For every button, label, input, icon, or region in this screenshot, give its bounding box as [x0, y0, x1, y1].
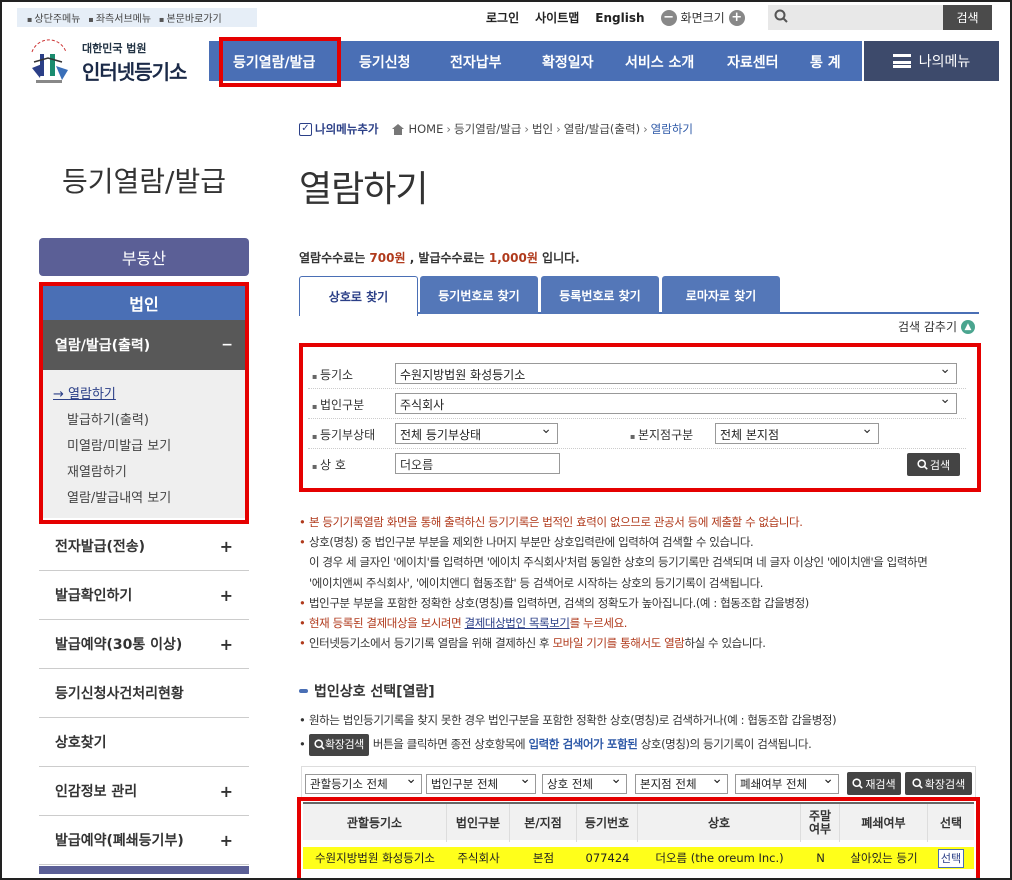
note-payment-list: 현재 등록된 결제대상을 보시려면 결제대상법인 목록보기를 누르세요. — [299, 613, 989, 633]
site-search-input[interactable] — [794, 7, 944, 28]
sidebar-item-case-status[interactable]: 등기신청사건처리현황 — [39, 669, 249, 718]
highlight-box-gnb — [219, 37, 341, 87]
zoom-out-icon[interactable]: − — [660, 9, 677, 26]
plus-icon: + — [219, 830, 233, 850]
highlight-box-table — [297, 797, 980, 880]
note-partial-name: 상호(명칭) 중 법인구분 부분을 제외한 나머지 부분만 상호입력란에 입력하… — [299, 532, 989, 552]
gnb-item-service-intro[interactable]: 서비스 소개 — [625, 52, 694, 72]
sidebar-item-issue-reserve[interactable]: 발급예약(30통 이상) + — [39, 620, 249, 669]
highlight-box-form — [299, 343, 981, 492]
result-filter-bar: 관할등기소 전체 법인구분 전체 상호 전체 본지점 전체 폐쇄여부 전체 재검… — [301, 766, 976, 800]
tab-by-roman[interactable]: 로마자로 찾기 — [662, 276, 780, 314]
add-my-menu-label: 나의메뉴추가 — [315, 122, 379, 136]
breadcrumb-corp[interactable]: 법인 — [532, 121, 553, 137]
note-accuracy: 법인구분 부분을 포함한 정확한 상호(명칭)를 입력하면, 검색의 정확도가 … — [299, 593, 989, 613]
filter-corp-type[interactable]: 법인구분 전체 — [426, 774, 536, 794]
search-icon — [314, 739, 325, 750]
skip-link-content[interactable]: 본문바로가기 — [159, 10, 221, 25]
my-menu-button[interactable]: 나의메뉴 — [864, 41, 999, 81]
filter-name[interactable]: 상호 전체 — [542, 774, 627, 794]
breadcrumb-registry-view[interactable]: 등기열람/발급 — [454, 121, 521, 137]
extended-search-button[interactable]: 확장검색 — [905, 772, 972, 795]
skip-link-main-menu[interactable]: 상단주메뉴 — [27, 10, 80, 25]
section-notes: 원하는 법인등기기록을 찾지 못한 경우 법인구분을 포함한 정확한 상호(명칭… — [299, 711, 989, 758]
note-partial-name-cont2: '에이치앤씨 주식회사', '에이치앤디 협동조합' 등 검색어로 시작하는 상… — [309, 575, 764, 590]
site-search-button[interactable]: 검색 — [943, 5, 992, 30]
tab-by-name[interactable]: 상호로 찾기 — [299, 276, 418, 316]
hide-search-toggle[interactable]: 검색 감추기 ▲ — [898, 318, 976, 335]
check-icon: ✓ — [299, 122, 312, 136]
gnb-item-registry-apply[interactable]: 등기신청 — [359, 52, 411, 72]
zoom-label: 화면크기 — [680, 11, 725, 25]
section-note-1: 원하는 법인등기기록을 찾지 못한 경우 법인구분을 포함한 정확한 상호(명칭… — [299, 711, 989, 730]
page-title: 열람하기 — [299, 169, 428, 210]
tab-by-reg-number[interactable]: 등기번호로 찾기 — [420, 276, 538, 314]
my-menu-label: 나의메뉴 — [918, 54, 971, 70]
gnb-item-e-payment[interactable]: 전자납부 — [450, 52, 502, 72]
breadcrumb-home[interactable]: HOME — [408, 122, 443, 136]
sidebar-item-name-search[interactable]: 상호찾기 — [39, 718, 249, 767]
search-icon — [774, 9, 788, 27]
tab-by-corp-number[interactable]: 등록번호로 찾기 — [541, 276, 659, 314]
section-title: 법인상호 선택[열람] — [299, 681, 435, 701]
site-search: 검색 — [768, 5, 992, 30]
research-button[interactable]: 재검색 — [847, 772, 901, 795]
skip-link-sub-menu[interactable]: 좌측서브메뉴 — [88, 10, 151, 25]
sidebar-title: 등기열람/발급 — [62, 165, 226, 198]
hamburger-icon — [892, 54, 911, 68]
usage-notes: 본 등기기록열람 화면을 통해 출력하신 등기기록은 법적인 효력이 없으므로 … — [299, 512, 989, 654]
gnb-item-statistics[interactable]: 통 계 — [810, 52, 841, 72]
filter-closed[interactable]: 폐쇄여부 전체 — [735, 774, 839, 794]
section-bullet — [299, 689, 308, 693]
login-link[interactable]: 로그인 — [486, 9, 519, 26]
home-icon — [392, 123, 405, 135]
search-tabs: 상호로 찾기 등기번호로 찾기 등록번호로 찾기 로마자로 찾기 — [299, 276, 979, 316]
note-partial-name-cont1: 이 경우 세 글자인 '에이치'를 입력하면 '에이치 주식회사'처럼 동일한 … — [309, 555, 928, 570]
sidebar-item-issue-confirm[interactable]: 발급확인하기 + — [39, 571, 249, 620]
gnb-item-data-center[interactable]: 자료센터 — [727, 52, 779, 72]
logo-title: 인터넷등기소 — [82, 60, 187, 84]
plus-icon: + — [219, 634, 233, 654]
note-mobile: 인터넷등기소에서 등기기록 열람을 위해 결제하신 후 모바일 기기를 통해서도… — [299, 633, 989, 653]
breadcrumb-view-issue[interactable]: 열람/발급(출력) — [564, 121, 640, 137]
breadcrumb-current: 열람하기 — [650, 122, 693, 136]
search-icon — [912, 778, 923, 789]
logo[interactable]: 대한민국 법원 인터넷등기소 — [22, 38, 197, 88]
plus-icon: + — [219, 536, 233, 556]
sidebar-item-real-estate[interactable]: 부동산 — [39, 238, 249, 276]
section-note-2: 확장검색 버튼을 클릭하면 종전 상호항목에 입력한 검색어가 포함된 상호(명… — [299, 730, 989, 758]
logo-subtitle: 대한민국 법원 — [82, 42, 147, 55]
filter-office[interactable]: 관할등기소 전체 — [305, 774, 422, 794]
sidebar-item-e-issue[interactable]: 전자발급(전송) + — [39, 522, 249, 571]
sitemap-link[interactable]: 사이트맵 — [535, 9, 579, 26]
ext-search-inline-button[interactable]: 확장검색 — [309, 733, 369, 756]
read-fee: 700원 — [369, 251, 406, 265]
highlight-box-sidebar — [39, 282, 249, 524]
breadcrumb: ✓ 나의메뉴추가 HOME › 등기열람/발급 › 법인 › 열람/발급(출력) › 열… — [299, 121, 693, 137]
zoom-in-icon[interactable]: + — [728, 9, 745, 26]
plus-icon: + — [219, 781, 233, 801]
fee-notice: 열람수수료는 700원 , 발급수수료는 1,000원 입니다. — [299, 251, 580, 265]
plus-icon: + — [219, 585, 233, 605]
utility-nav: 로그인 사이트맵 English − 화면크기 + — [486, 9, 745, 26]
note-legal: 본 등기기록열람 화면을 통해 출력하신 등기기록은 법적인 효력이 없으므로 … — [299, 512, 989, 532]
filter-branch[interactable]: 본지점 전체 — [635, 774, 728, 794]
add-my-menu-button[interactable]: ✓ 나의메뉴추가 — [299, 121, 378, 137]
court-emblem-icon — [31, 39, 68, 83]
chevron-up-icon: ▲ — [961, 319, 976, 334]
search-icon — [852, 778, 864, 789]
issue-fee: 1,000원 — [488, 251, 538, 265]
gnb-item-fixed-date[interactable]: 확정일자 — [542, 52, 594, 72]
payment-list-link[interactable]: 결제대상법인 목록보기 — [465, 616, 570, 630]
hide-search-label: 검색 감추기 — [898, 320, 958, 334]
sidebar-bottom-bar — [39, 866, 249, 874]
sidebar-item-seal-info[interactable]: 인감정보 관리 + — [39, 767, 249, 816]
skip-links: 상단주메뉴 좌측서브메뉴 본문바로가기 — [17, 8, 257, 27]
sidebar-item-closed-reserve[interactable]: 발급예약(폐쇄등기부) + — [39, 816, 249, 865]
zoom-control: − 화면크기 + — [660, 9, 745, 26]
english-link[interactable]: English — [595, 11, 644, 25]
